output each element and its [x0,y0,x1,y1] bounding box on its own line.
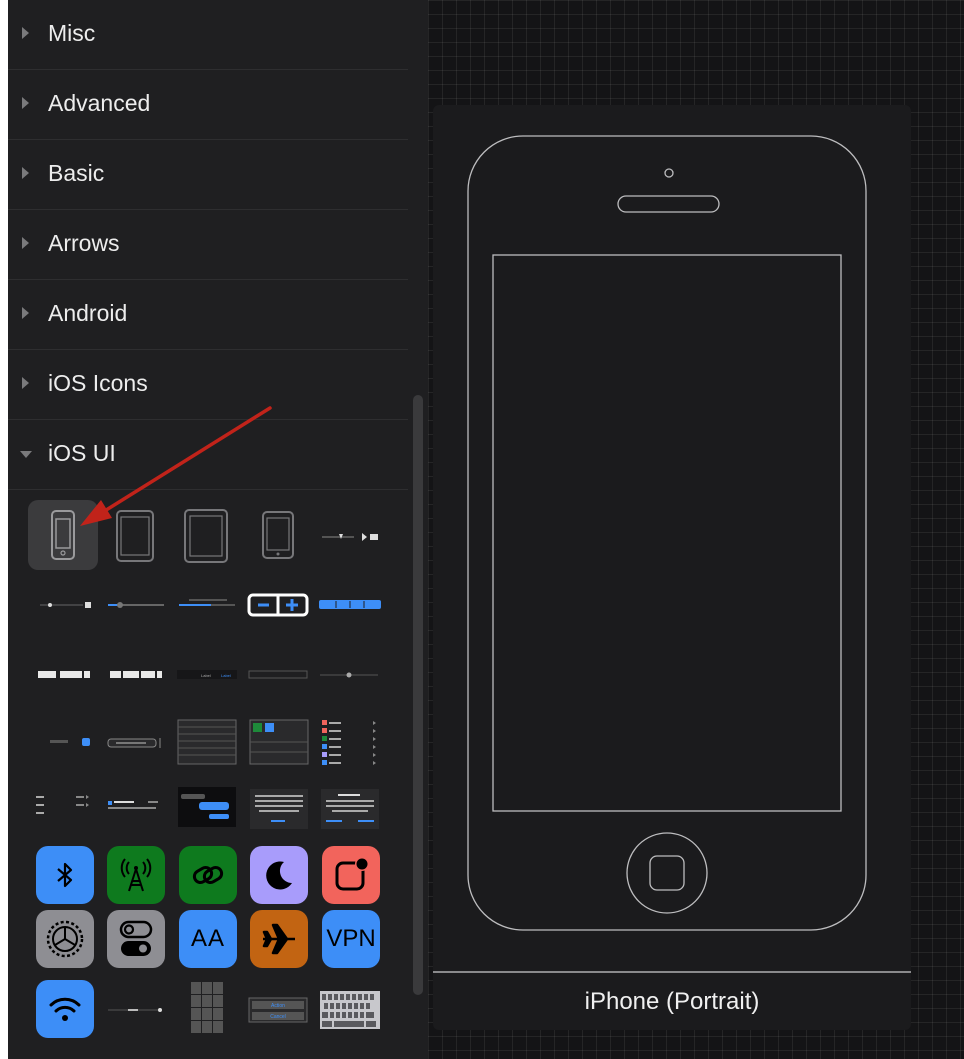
iphone-portrait-preview[interactable]: iPhone (Portrait) [433,105,911,1030]
annotation-arrow-icon [80,406,272,526]
shape-caption: iPhone (Portrait) [584,988,760,1015]
iphone-outline-icon [467,135,867,931]
shape-library-sidebar: Misc Advanced Basic Arrows Android iOS I… [8,0,428,1059]
